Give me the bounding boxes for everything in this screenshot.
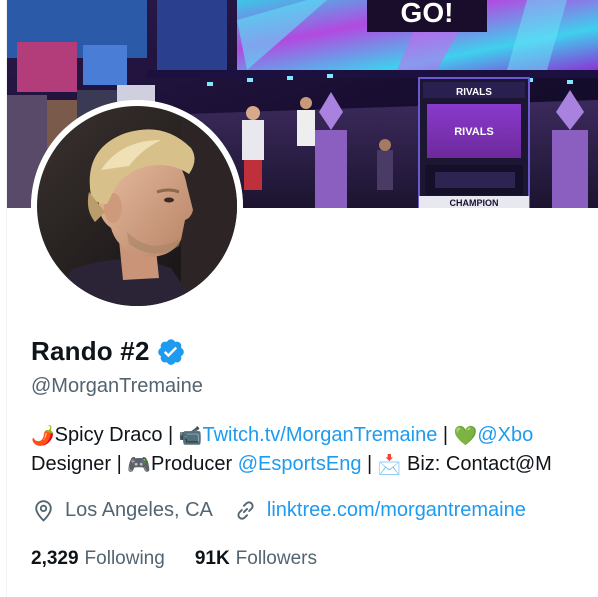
esportseng-mention-link[interactable]: @EsportsEng bbox=[238, 453, 362, 475]
green-heart-icon: 💚 bbox=[453, 425, 478, 447]
display-name: Rando #2 bbox=[31, 336, 150, 366]
bio-text: Designer | bbox=[31, 453, 128, 475]
bio-separator: | bbox=[361, 453, 378, 475]
game-controller-icon: 🎮 bbox=[127, 454, 152, 476]
bio-text: Biz: Contact@M bbox=[401, 453, 552, 475]
display-name-row: Rando #2 bbox=[31, 336, 186, 367]
bio-separator: | bbox=[437, 424, 454, 446]
location-text: Los Angeles, CA bbox=[65, 499, 213, 521]
profile-location: Los Angeles, CA bbox=[31, 498, 213, 523]
avatar-image bbox=[31, 100, 243, 312]
xbox-mention-link[interactable]: @Xbo bbox=[477, 424, 533, 446]
banner-lower-sign: CHAMPION bbox=[450, 198, 499, 208]
followers-stat[interactable]: 91K Followers bbox=[195, 548, 317, 570]
inbox-envelope-icon: 📩 bbox=[377, 454, 402, 476]
bio-line-2: Designer | 🎮Producer @EsportsEng | 📩 Biz… bbox=[31, 450, 598, 479]
followed-by-avatars bbox=[34, 591, 82, 597]
following-count: 2,329 bbox=[31, 548, 79, 569]
twitch-link[interactable]: Twitch.tv/MorganTremaine bbox=[202, 424, 437, 446]
website-link[interactable]: linktree.com/morgantremaine bbox=[267, 499, 526, 522]
followers-count: 91K bbox=[194, 548, 230, 569]
profile-avatar[interactable] bbox=[31, 100, 243, 312]
profile-meta: Los Angeles, CA linktree.com/morgantrema… bbox=[31, 498, 526, 523]
followers-label: Followers bbox=[235, 548, 317, 569]
following-stat[interactable]: 2,329 Following bbox=[31, 548, 165, 570]
following-label: Following bbox=[84, 548, 165, 569]
bio-line-1: 🌶️Spicy Draco | 📹Twitch.tv/MorganTremain… bbox=[31, 421, 598, 450]
purple-heart-icon bbox=[255, 591, 279, 597]
link-icon bbox=[233, 498, 258, 523]
chili-pepper-icon: 🌶️ bbox=[31, 425, 55, 447]
profile-handle: @MorganTremaine bbox=[31, 375, 203, 397]
profile-page: GO! RIVALS RIVALS CHAMPION Rando #2 @Mor… bbox=[0, 0, 598, 597]
location-pin-icon bbox=[31, 498, 56, 523]
bio-text: Producer bbox=[151, 453, 238, 475]
verified-badge-icon[interactable] bbox=[156, 337, 186, 367]
profile-stats: 2,329 Following 91K Followers bbox=[31, 548, 317, 570]
arcade-screen-label: RIVALS bbox=[454, 126, 494, 138]
video-camera-icon: 📹 bbox=[178, 425, 203, 447]
banner-sign-text: GO! bbox=[401, 0, 454, 28]
profile-bio: 🌶️Spicy Draco | 📹Twitch.tv/MorganTremain… bbox=[31, 421, 598, 479]
arcade-label: RIVALS bbox=[456, 87, 492, 98]
profile-website[interactable]: linktree.com/morgantremaine bbox=[233, 498, 526, 523]
bio-text: Spicy Draco | bbox=[54, 424, 179, 446]
